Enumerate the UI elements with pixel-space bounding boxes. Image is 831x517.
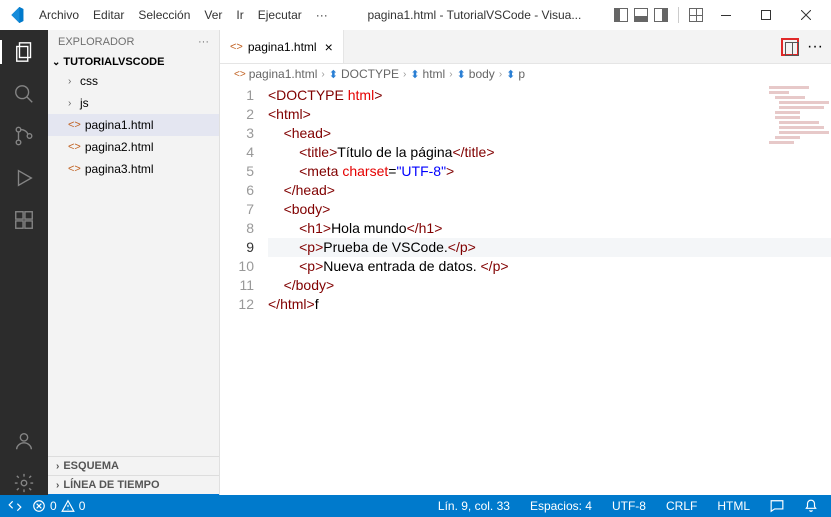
html-file-icon: <> — [68, 141, 81, 153]
tag-icon: ⬍ — [457, 68, 466, 81]
tag-icon: ⬍ — [410, 68, 419, 81]
menu-selección[interactable]: Selección — [131, 8, 197, 22]
menu-overflow-icon[interactable]: ··· — [309, 8, 335, 22]
status-problems[interactable]: 0 0 — [32, 499, 85, 513]
status-eol[interactable]: CRLF — [661, 499, 702, 513]
layout-left-icon[interactable] — [614, 8, 628, 22]
tag-icon: ⬍ — [329, 68, 338, 81]
file-label: pagina1.html — [85, 118, 154, 132]
file-label: pagina2.html — [85, 140, 154, 154]
menu-archivo[interactable]: Archivo — [32, 8, 86, 22]
html-file-icon: <> — [68, 119, 81, 131]
root-label: TUTORIALVSCODE — [63, 56, 164, 68]
status-feedback-icon[interactable] — [765, 499, 789, 513]
sidebar-more-icon[interactable]: ··· — [198, 36, 209, 48]
activity-bar — [0, 30, 48, 495]
folder-js[interactable]: ›js — [48, 92, 219, 114]
section-outline[interactable]: › ESQUEMA — [48, 456, 219, 475]
layout-right-icon[interactable] — [654, 8, 668, 22]
editor-more-icon[interactable]: ··· — [807, 38, 823, 56]
separator — [678, 7, 679, 23]
file-pagina2-html[interactable]: <> pagina2.html — [48, 136, 219, 158]
explorer-icon[interactable] — [0, 40, 48, 64]
layout-bottom-icon[interactable] — [634, 8, 648, 22]
file-pagina3-html[interactable]: <> pagina3.html — [48, 158, 219, 180]
close-icon[interactable]: × — [325, 39, 333, 55]
debug-icon[interactable] — [12, 166, 36, 190]
status-encoding[interactable]: UTF-8 — [607, 499, 651, 513]
gutter: 123456789101112 — [220, 86, 268, 495]
folder-label: js — [80, 96, 89, 110]
minimap[interactable] — [769, 86, 829, 156]
extensions-icon[interactable] — [12, 208, 36, 232]
code-area[interactable]: 123456789101112 <DOCTYPE html><html> <he… — [220, 84, 831, 495]
section-timeline[interactable]: › LÍNEA DE TIEMPO — [48, 475, 219, 495]
close-button[interactable] — [789, 2, 823, 28]
menu-editar[interactable]: Editar — [86, 8, 131, 22]
chevron-right-icon: › — [68, 98, 80, 109]
html-file-icon: <> — [68, 163, 81, 175]
chevron-right-icon: › — [56, 461, 59, 472]
status-remote[interactable] — [8, 499, 22, 513]
menu-ver[interactable]: Ver — [197, 8, 229, 22]
chevron-right-icon: › — [56, 480, 59, 491]
folder-label: css — [80, 74, 98, 88]
tree-root[interactable]: ⌄ TUTORIALVSCODE — [48, 54, 219, 70]
chevron-right-icon: › — [68, 76, 80, 87]
html-file-icon: <> — [230, 41, 243, 53]
titlebar: ArchivoEditarSelecciónVerIrEjecutar ··· … — [0, 0, 831, 30]
maximize-button[interactable] — [749, 2, 783, 28]
menu-ir[interactable]: Ir — [229, 8, 250, 22]
settings-icon[interactable] — [12, 471, 36, 495]
breadcrumb[interactable]: <>pagina1.html › ⬍DOCTYPE › ⬍html › ⬍bod… — [220, 64, 831, 84]
chevron-down-icon: ⌄ — [52, 57, 60, 68]
html-file-icon: <> — [234, 69, 246, 80]
vscode-logo-icon — [8, 7, 24, 23]
source-control-icon[interactable] — [12, 124, 36, 148]
status-spaces[interactable]: Espacios: 4 — [525, 499, 597, 513]
titlebar-right — [614, 2, 823, 28]
layout-grid-icon[interactable] — [689, 8, 703, 22]
statusbar: 0 0 Lín. 9, col. 33 Espacios: 4 UTF-8 CR… — [0, 495, 831, 517]
file-label: pagina3.html — [85, 162, 154, 176]
menu-ejecutar[interactable]: Ejecutar — [251, 8, 309, 22]
search-icon[interactable] — [12, 82, 36, 106]
sidebar: EXPLORADOR ··· ⌄ TUTORIALVSCODE ›css›js<… — [48, 30, 220, 495]
editor: <> pagina1.html × ··· <>pagina1.html › ⬍… — [220, 30, 831, 495]
tag-icon: ⬍ — [506, 68, 515, 81]
minimize-button[interactable] — [709, 2, 743, 28]
tab-pagina1[interactable]: <> pagina1.html × — [220, 30, 344, 63]
account-icon[interactable] — [12, 429, 36, 453]
file-pagina1-html[interactable]: <> pagina1.html — [48, 114, 219, 136]
code-lines[interactable]: <DOCTYPE html><html> <head> <title>Títul… — [268, 86, 831, 495]
sidebar-header: EXPLORADOR ··· — [48, 30, 219, 54]
tabs: <> pagina1.html × ··· — [220, 30, 831, 64]
tab-label: pagina1.html — [248, 40, 317, 54]
section-label: LÍNEA DE TIEMPO — [63, 479, 159, 491]
window-title: pagina1.html - TutorialVSCode - Visua... — [335, 8, 614, 22]
sidebar-title: EXPLORADOR — [58, 36, 134, 48]
status-cursor[interactable]: Lín. 9, col. 33 — [433, 499, 515, 513]
status-lang[interactable]: HTML — [712, 499, 755, 513]
split-editor-button[interactable] — [781, 38, 799, 56]
status-bell-icon[interactable] — [799, 499, 823, 513]
section-label: ESQUEMA — [63, 460, 119, 472]
folder-css[interactable]: ›css — [48, 70, 219, 92]
